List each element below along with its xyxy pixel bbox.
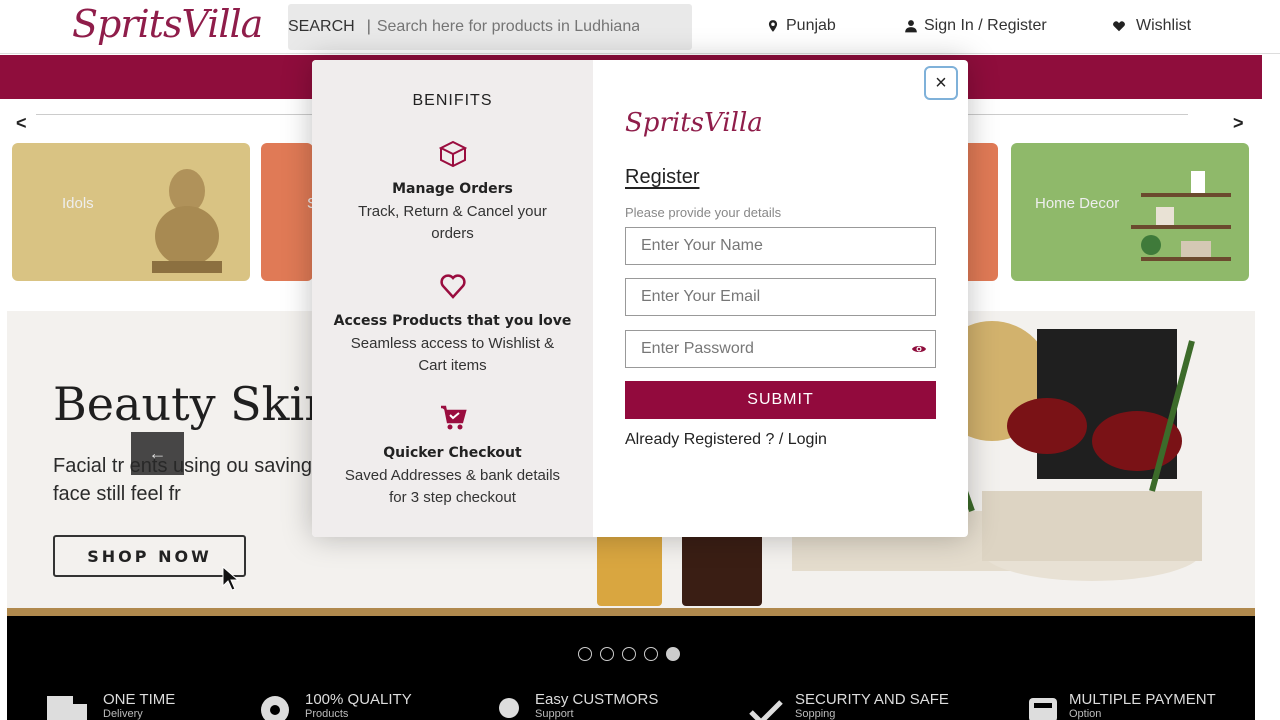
benefit-manage-orders: Manage Orders Track, Return & Cancel you… bbox=[312, 140, 593, 245]
cart-check-icon bbox=[440, 405, 467, 430]
benefit-wishlist: Access Products that you love Seamless a… bbox=[312, 272, 593, 377]
register-title: Register bbox=[625, 166, 700, 188]
register-subtitle: Please provide your details bbox=[625, 205, 782, 220]
close-modal-button[interactable]: × bbox=[924, 66, 958, 100]
benefits-panel: BENIFITS Manage Orders Track, Return & C… bbox=[312, 60, 593, 537]
benefit-checkout: Quicker Checkout Saved Addresses & bank … bbox=[312, 404, 593, 509]
benefits-title: BENIFITS bbox=[412, 92, 493, 109]
email-field[interactable] bbox=[625, 278, 936, 316]
benefit-title: Manage Orders bbox=[392, 181, 513, 197]
name-field[interactable] bbox=[625, 227, 936, 265]
benefit-description: Saved Addresses & bank details for 3 ste… bbox=[344, 467, 561, 506]
modal-logo: SpritsVilla bbox=[625, 108, 763, 138]
benefit-description: Track, Return & Cancel your orders bbox=[358, 203, 547, 242]
heart-refresh-icon bbox=[439, 274, 466, 299]
register-form-panel: × SpritsVilla Register Please provide yo… bbox=[593, 60, 968, 537]
password-field[interactable] bbox=[625, 330, 936, 368]
modal-overlay: BENIFITS Manage Orders Track, Return & C… bbox=[0, 0, 1280, 720]
close-icon: × bbox=[935, 71, 947, 94]
benefit-description: Seamless access to Wishlist & Cart items bbox=[350, 335, 555, 374]
login-link[interactable]: Already Registered ? / Login bbox=[625, 431, 827, 449]
register-modal: BENIFITS Manage Orders Track, Return & C… bbox=[312, 60, 968, 537]
box-icon bbox=[438, 140, 467, 168]
benefit-title: Quicker Checkout bbox=[383, 445, 522, 461]
submit-button[interactable]: SUBMIT bbox=[625, 381, 936, 419]
benefit-title: Access Products that you love bbox=[333, 313, 572, 329]
eye-icon[interactable] bbox=[911, 341, 927, 357]
